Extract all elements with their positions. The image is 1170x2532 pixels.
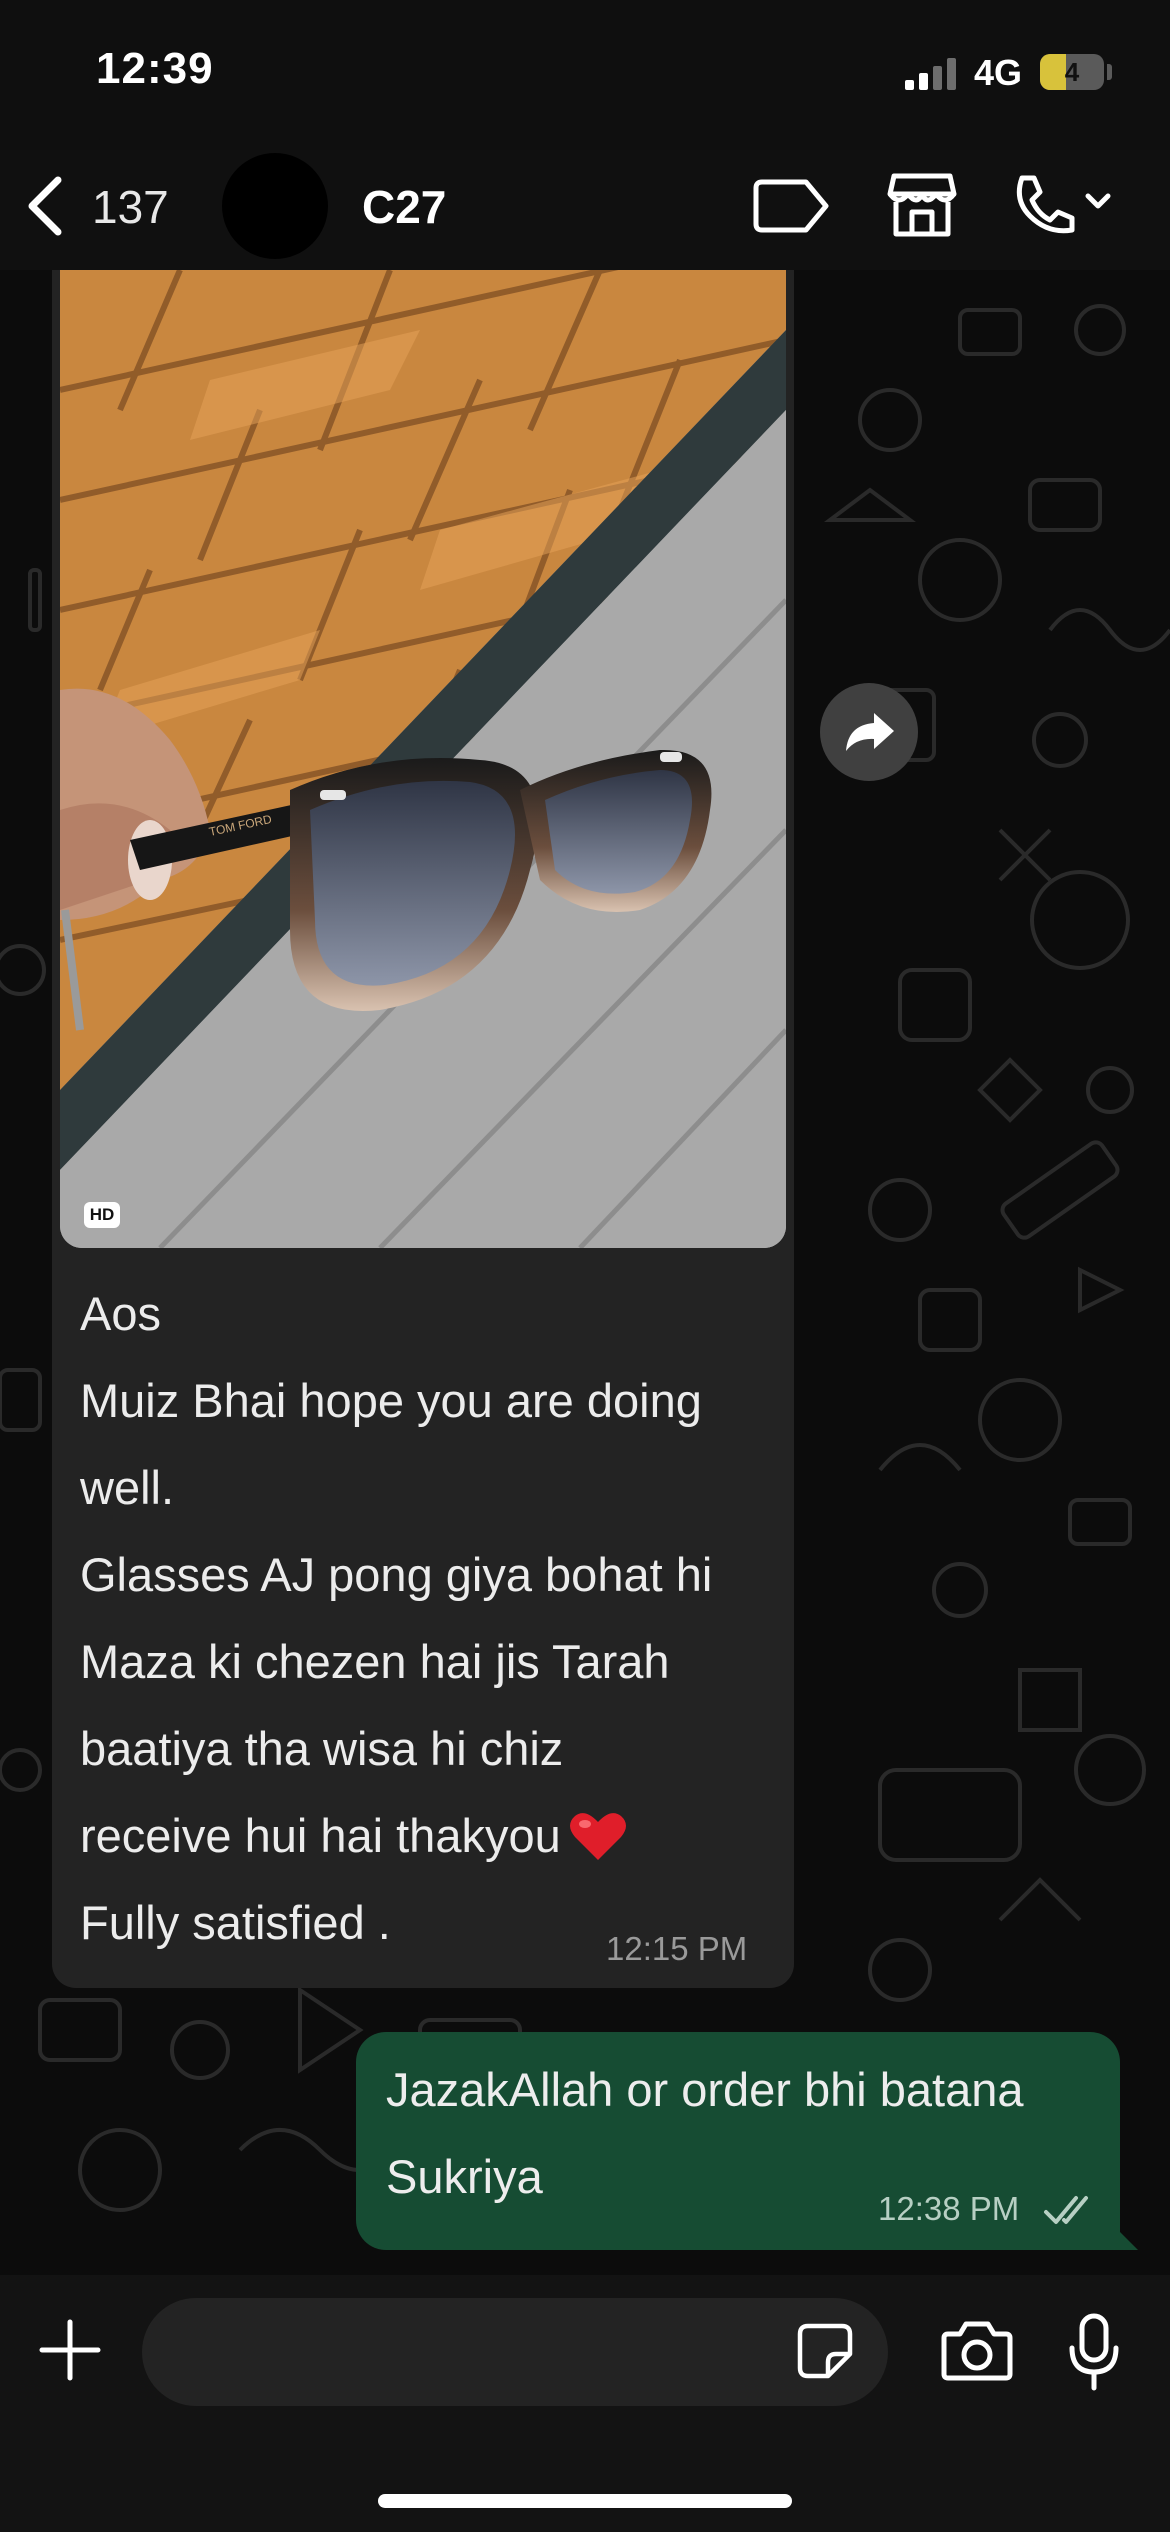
status-time: 12:39: [96, 44, 214, 93]
message-line: receive hui hai thakyou: [80, 1809, 561, 1862]
contact-name[interactable]: C27: [362, 180, 446, 234]
message-timestamp: 12:38 PM: [878, 2190, 1020, 2227]
store-icon[interactable]: [886, 170, 958, 240]
message-line: Muiz Bhai hope you are doing: [80, 1374, 702, 1427]
signal-strength-icon: [905, 58, 956, 90]
forward-icon: [846, 713, 894, 751]
chevron-left-icon[interactable]: [20, 170, 72, 242]
red-heart-emoji: [569, 1812, 626, 1860]
message-timestamp: 12:15 PM: [606, 1930, 748, 1967]
battery-tip: [1107, 64, 1112, 80]
message-photo-sunglasses[interactable]: TOM FORD: [60, 270, 786, 1248]
battery-percent: 4: [1064, 57, 1080, 87]
incoming-message-text: Aos Muiz Bhai hope you are doing well. G…: [80, 1270, 780, 1966]
forward-button[interactable]: [820, 683, 918, 781]
message-line: JazakAllah or order bhi batana: [386, 2063, 1024, 2116]
back-unread-count[interactable]: 137: [92, 180, 169, 234]
phone-icon[interactable]: [1008, 172, 1118, 238]
message-line-with-emoji: receive hui hai thakyou: [80, 1792, 780, 1879]
hd-badge: HD: [84, 1202, 120, 1228]
message-line: Glasses AJ pong giya bohat hi: [80, 1548, 713, 1601]
camera-icon[interactable]: [940, 2318, 1014, 2382]
message-line: well.: [80, 1461, 175, 1514]
status-bar: 12:39 4G 4: [0, 0, 1170, 150]
label-tag-icon[interactable]: [752, 176, 832, 236]
message-line: baatiya tha wisa hi chiz: [80, 1722, 564, 1775]
message-line: Aos: [80, 1287, 161, 1340]
network-type: 4G: [974, 52, 1023, 93]
double-check-icon: [1044, 2196, 1088, 2224]
message-input[interactable]: [142, 2298, 888, 2406]
plus-icon[interactable]: [38, 2318, 102, 2382]
message-line: Sukriya: [386, 2150, 543, 2203]
sticker-icon[interactable]: [796, 2322, 854, 2380]
microphone-icon[interactable]: [1064, 2312, 1124, 2392]
avatar[interactable]: [222, 153, 328, 259]
battery-indicator: 4: [1040, 54, 1104, 90]
chat-header: [0, 150, 1170, 270]
message-line: Maza ki chezen hai jis Tarah: [80, 1635, 670, 1688]
bubble-tail: [1112, 2224, 1138, 2250]
home-indicator: [378, 2494, 792, 2508]
outgoing-message-bubble[interactable]: JazakAllah or order bhi batana Sukriya 1…: [356, 2032, 1138, 2250]
